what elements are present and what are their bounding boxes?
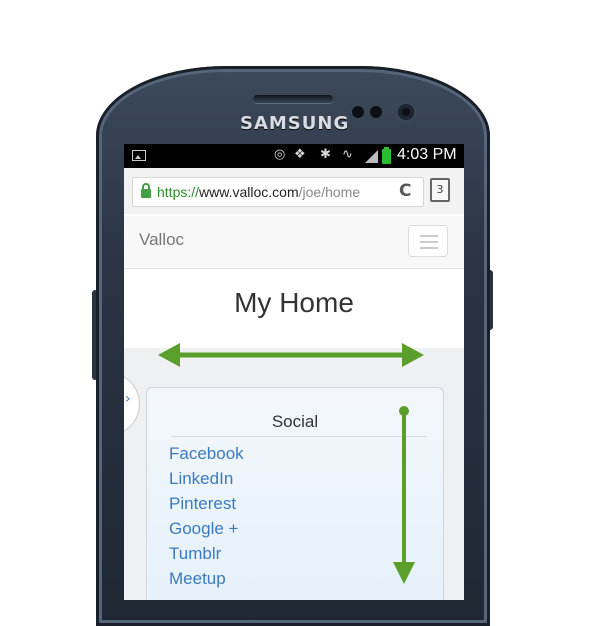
proximity-sensor [352,106,364,118]
social-link-pinterest[interactable]: Pinterest [169,491,244,516]
earpiece-speaker [253,95,333,103]
device-brand-logo: SAMSUNG [240,113,350,134]
divider [171,436,427,437]
bluetooth-icon: ✱ [320,147,331,162]
reload-icon[interactable]: C [399,181,411,201]
social-link-linkedin[interactable]: LinkedIn [169,466,244,491]
menu-toggle-button[interactable] [408,225,448,257]
nfc-icon: ❖ [294,147,306,162]
url-host: www.valloc.com [199,184,299,200]
lock-icon [141,183,151,198]
page-title: My Home [234,287,354,318]
chevron-right-icon: › [125,391,131,407]
social-link-tumblr[interactable]: Tumblr [169,541,244,566]
light-sensor [370,106,382,118]
status-bar: ◎ ❖ ✱ ∿ 4:03 PM [124,144,464,168]
url-path: /joe/home [298,184,361,200]
social-link-facebook[interactable]: Facebook [169,441,244,466]
hamburger-icon-bar [420,235,438,237]
battery-icon [382,147,391,164]
url-text: https://www.valloc.com/joe/home [157,184,360,200]
social-panel: Social Facebook LinkedIn Pinterest Googl… [146,387,444,600]
eye-icon: ◎ [274,147,286,162]
site-navbar: Valloc [124,216,464,269]
url-scheme: https:// [157,184,200,200]
navbar-brand[interactable]: Valloc [139,230,184,250]
gallery-icon [132,150,146,161]
social-links-list: Facebook LinkedIn Pinterest Google + Tum… [169,441,244,591]
phone-screen: ◎ ❖ ✱ ∿ 4:03 PM https://www.valloc.com/j… [124,144,464,600]
panel-title: Social [271,412,319,431]
social-link-meetup[interactable]: Meetup [169,566,244,591]
status-time: 4:03 PM [397,146,457,163]
tabs-button[interactable]: 3 [430,178,450,202]
social-link-google-plus[interactable]: Google + [169,516,244,541]
hamburger-icon-bar [420,241,438,243]
front-camera [398,104,414,120]
hamburger-icon-bar [420,247,438,249]
signal-icon [365,150,378,163]
browser-url-bar: https://www.valloc.com/joe/home C 3 [124,168,464,214]
address-field[interactable]: https://www.valloc.com/joe/home C [132,177,424,207]
wifi-icon: ∿ [342,147,353,162]
